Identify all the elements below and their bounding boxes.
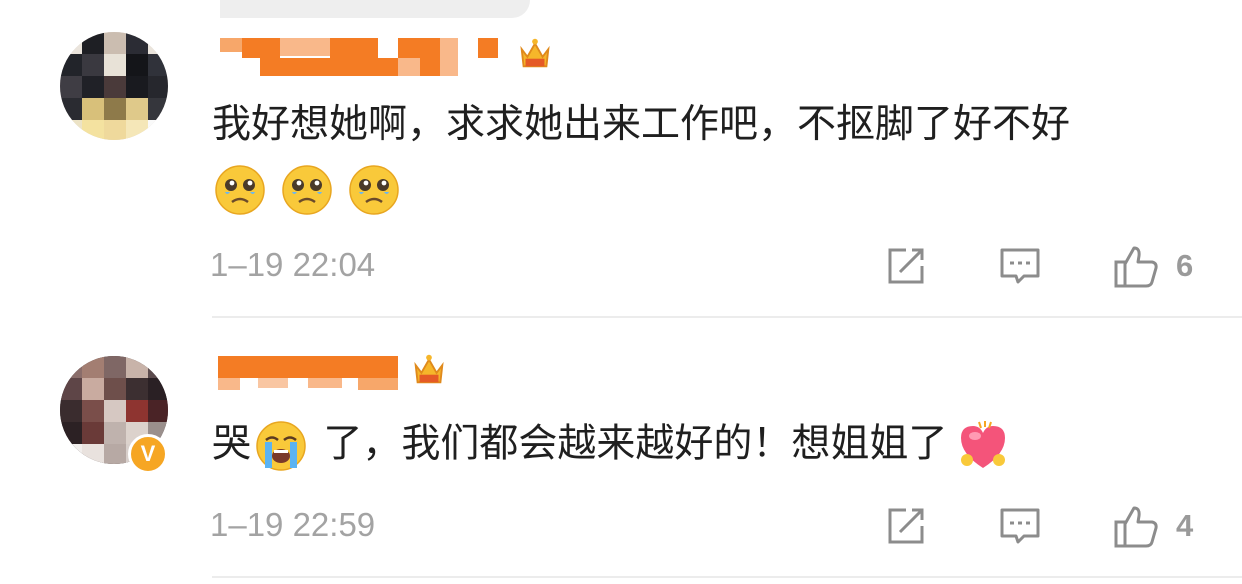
share-icon[interactable] bbox=[884, 244, 928, 288]
emoji-row bbox=[214, 164, 400, 216]
like-thumb-icon[interactable] bbox=[1112, 502, 1160, 550]
comment-text: 哭 了，我们都会越来越好的！想姐姐了 bbox=[212, 418, 1011, 474]
comment-text-part: 了，我们都会越来越好的！想姐姐了 bbox=[311, 421, 948, 467]
crying-face-icon bbox=[282, 165, 332, 215]
crying-face-icon bbox=[215, 165, 265, 215]
crown-icon bbox=[414, 354, 444, 384]
comment-item: V 哭 了，我们都会越来越好的！想姐姐了 1–19 22:59 4 bbox=[0, 318, 1242, 584]
comment-divider bbox=[212, 576, 1242, 578]
crying-face-icon bbox=[349, 165, 399, 215]
loudly-crying-face-icon bbox=[256, 421, 306, 471]
like-count: 6 bbox=[1176, 248, 1194, 283]
comment-timestamp: 1–19 22:04 bbox=[210, 246, 376, 283]
avatar[interactable] bbox=[60, 32, 168, 140]
username-redacted[interactable] bbox=[218, 356, 408, 394]
like-count: 4 bbox=[1176, 508, 1194, 543]
like-thumb-icon[interactable] bbox=[1112, 242, 1160, 290]
share-icon[interactable] bbox=[884, 504, 928, 548]
username-redacted[interactable] bbox=[220, 38, 510, 76]
comment-text-part: 哭 bbox=[212, 421, 252, 467]
verified-badge: V bbox=[128, 434, 168, 474]
reply-comment-icon[interactable] bbox=[998, 244, 1042, 288]
comment-item: 我好想她啊，求求她出来工作吧，不抠脚了好不好 1–19 22:04 6 bbox=[0, 0, 1242, 318]
reply-comment-icon[interactable] bbox=[998, 504, 1042, 548]
heart-hug-icon bbox=[961, 421, 1006, 468]
comment-timestamp: 1–19 22:59 bbox=[210, 506, 376, 543]
crown-icon bbox=[520, 38, 550, 68]
comment-text: 我好想她啊，求求她出来工作吧，不抠脚了好不好 bbox=[212, 102, 1071, 147]
